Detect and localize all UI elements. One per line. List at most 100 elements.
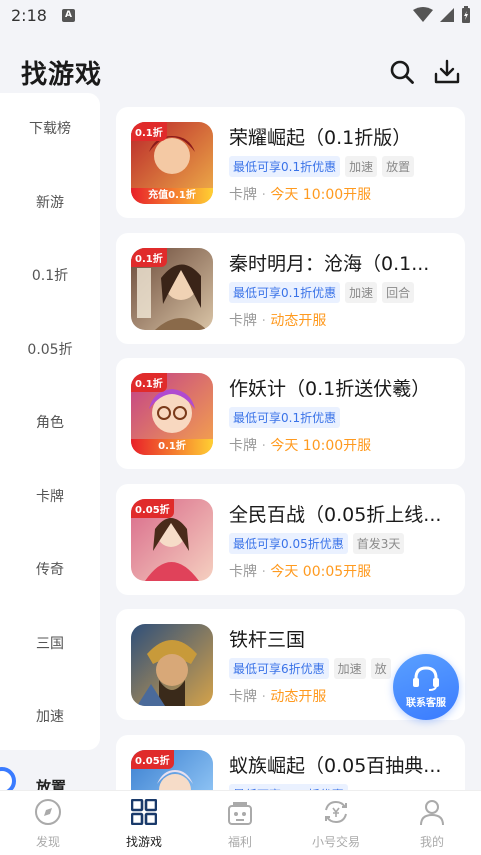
category-item[interactable]: 角色 [0, 412, 100, 432]
server-open-time: 动态开服 [270, 689, 327, 705]
game-meta: 卡牌 · 今天 00:05开服 [229, 561, 371, 581]
nav-discover[interactable]: 发现 [0, 797, 96, 850]
game-icon [131, 624, 213, 706]
icon-discount-tag: 0.05折 [131, 750, 174, 769]
status-time: 2:18 [11, 6, 47, 25]
icon-banner: 充值0.1折 [131, 188, 213, 204]
game-meta: 卡牌 · 今天 10:00开服 [229, 184, 371, 204]
status-bar: 2:18 A [0, 0, 481, 34]
download-button[interactable] [432, 57, 462, 87]
grid-icon [129, 797, 159, 827]
game-title: 全民百战（0.05折上线... [229, 504, 442, 526]
game-category: 卡牌 [229, 313, 257, 329]
game-category: 卡牌 [229, 187, 257, 203]
download-icon [434, 59, 460, 84]
category-item[interactable]: 0.05折 [0, 339, 100, 359]
page-title: 找游戏 [21, 60, 103, 90]
icon-discount-tag: 0.05折 [131, 499, 174, 518]
wifi-icon [413, 7, 433, 22]
server-open-time: 今天 10:00开服 [270, 438, 372, 454]
customer-service-label: 联系客服 [406, 697, 446, 709]
nav-welfare[interactable]: 福利 [192, 797, 288, 850]
battery-icon [462, 6, 470, 23]
category-item[interactable]: 加速 [0, 706, 100, 726]
game-tags: 最低可享0.1折优惠 [229, 407, 341, 428]
game-meta: 卡牌 · 动态开服 [229, 686, 326, 706]
game-card[interactable]: 0.05折 全民百战（0.05折上线... 最低可享0.05折优惠 首发3天 卡… [116, 484, 465, 595]
nav-profile[interactable]: 我的 [384, 797, 480, 850]
meta-separator: · [261, 187, 266, 203]
user-icon [417, 797, 447, 827]
category-item-active[interactable]: 放置 [0, 762, 100, 796]
game-tags: 最低可享0.05折优惠 首发3天 [229, 533, 405, 554]
search-icon [390, 60, 414, 84]
game-title: 荣耀崛起（0.1折版） [229, 127, 412, 149]
category-item[interactable]: 传奇 [0, 559, 100, 579]
game-card[interactable]: 0.1折 0.1折 作妖计（0.1折送伏羲） 最低可享0.1折优惠 卡牌 · 今… [116, 358, 465, 469]
meta-separator: · [261, 313, 266, 329]
game-card[interactable]: 0.1折 充值0.1折 荣耀崛起（0.1折版） 最低可享0.1折优惠 加速 放置… [116, 107, 465, 218]
headset-icon [413, 665, 439, 691]
game-category: 卡牌 [229, 438, 257, 454]
icon-discount-tag: 0.1折 [131, 248, 167, 267]
header: 找游戏 [0, 40, 481, 100]
genre-tag: 放 [370, 658, 391, 679]
icon-discount-tag: 0.1折 [131, 122, 167, 141]
nav-find-games[interactable]: 找游戏 [96, 797, 192, 850]
discount-tag: 最低可享6折优惠 [229, 658, 329, 679]
category-item[interactable]: 0.1折 [0, 265, 100, 285]
discount-tag: 最低可享0.05折优惠 [229, 533, 348, 554]
meta-separator: · [261, 438, 266, 454]
exchange-icon [321, 797, 351, 827]
game-title: 作妖计（0.1折送伏羲） [229, 378, 431, 400]
discount-tag: 最低可享0.1折优惠 [229, 282, 341, 303]
category-item[interactable]: 下载榜 [0, 118, 100, 138]
category-sidebar: 下载榜 新游 0.1折 0.05折 角色 卡牌 传奇 三国 加速 [0, 93, 100, 750]
meta-separator: · [261, 564, 266, 580]
game-meta: 卡牌 · 动态开服 [229, 310, 326, 330]
server-open-time: 动态开服 [270, 313, 327, 329]
launch-tag: 首发3天 [352, 533, 405, 554]
feature-tag: 加速 [333, 658, 366, 679]
game-category: 卡牌 [229, 689, 257, 705]
game-icon: 0.1折 充值0.1折 [131, 122, 213, 204]
nav-label: 发现 [35, 835, 60, 849]
feature-tag: 加速 [345, 282, 378, 303]
category-item[interactable]: 新游 [0, 192, 100, 212]
nav-label: 小号交易 [311, 835, 360, 849]
nav-label: 我的 [419, 835, 444, 849]
game-icon: 0.1折 0.1折 [131, 373, 213, 455]
customer-service-button[interactable]: 联系客服 [393, 654, 459, 720]
bottom-nav: 发现 找游戏 福利 小号交易 我的 [0, 790, 481, 855]
nav-label: 福利 [227, 835, 252, 849]
game-title: 铁杆三国 [229, 629, 306, 651]
game-title: 秦时明月：沧海（0.1... [229, 253, 430, 275]
notification-badge: A [62, 9, 75, 22]
icon-discount-tag: 0.1折 [131, 373, 167, 392]
search-button[interactable] [387, 57, 417, 87]
game-card[interactable]: 0.1折 秦时明月：沧海（0.1... 最低可享0.1折优惠 加速 回合 卡牌 … [116, 233, 465, 344]
game-title: 蚁族崛起（0.05百抽典... [229, 755, 442, 777]
discount-tag: 最低可享0.1折优惠 [229, 407, 341, 428]
game-category: 卡牌 [229, 564, 257, 580]
game-tags: 最低可享0.1折优惠 加速 回合 [229, 282, 415, 303]
gift-robot-icon [225, 797, 255, 827]
nav-account-trade[interactable]: 小号交易 [288, 797, 384, 850]
icon-banner: 0.1折 [131, 439, 213, 455]
compass-icon [33, 797, 63, 827]
signal-icon [440, 8, 454, 22]
feature-tag: 加速 [345, 156, 378, 177]
game-tags: 最低可享0.1折优惠 加速 放置 [229, 156, 415, 177]
genre-tag: 回合 [382, 282, 415, 303]
game-tags: 最低可享6折优惠 加速 放 [229, 658, 391, 679]
server-open-time: 今天 00:05开服 [270, 564, 372, 580]
category-item[interactable]: 卡牌 [0, 486, 100, 506]
category-item[interactable]: 三国 [0, 633, 100, 653]
discount-tag: 最低可享0.1折优惠 [229, 156, 341, 177]
status-icons [413, 6, 471, 24]
game-icon: 0.05折 [131, 499, 213, 581]
genre-tag: 放置 [382, 156, 415, 177]
game-icon: 0.1折 [131, 248, 213, 330]
meta-separator: · [261, 689, 266, 705]
game-meta: 卡牌 · 今天 10:00开服 [229, 435, 371, 455]
